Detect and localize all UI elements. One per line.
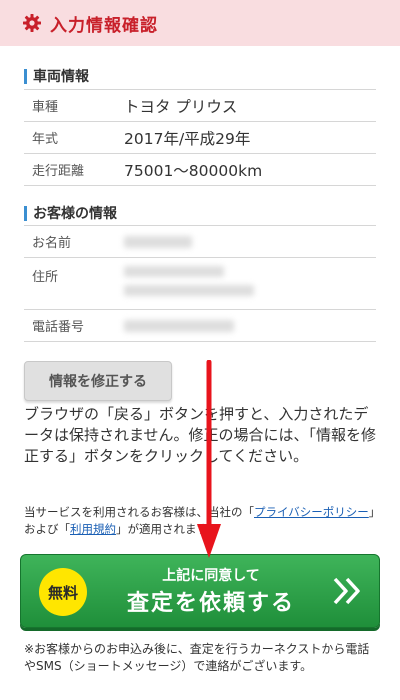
customer-section-title: お客様の情報 [24, 203, 117, 223]
address-value-redacted [124, 266, 376, 296]
request-appraisal-button[interactable]: 無料 上記に同意して 査定を依頼する [20, 554, 380, 628]
vehicle-info-table: 車種 トヨタ プリウス 年式 2017年/平成29年 走行距離 75001〜80… [24, 89, 376, 186]
phone-value-redacted [124, 319, 376, 332]
page-title: 入力情報確認 [50, 15, 158, 36]
cta-main-label: 査定を依頼する [126, 591, 295, 616]
table-row: 住所 [24, 258, 376, 310]
page-header: 入力情報確認 [0, 0, 400, 46]
car-model-value: トヨタ プリウス [124, 97, 238, 116]
table-row: 走行距離 75001〜80000km [24, 154, 376, 186]
section-marker [24, 68, 27, 84]
back-button-notice: ブラウザの「戻る」ボタンを押すと、入力されたデータは保持されません。修正の場合に… [24, 405, 377, 465]
row-label: 電話番号 [32, 320, 85, 335]
vehicle-section-title: 車両情報 [24, 66, 89, 86]
row-label: 年式 [32, 132, 59, 147]
edit-info-button[interactable]: 情報を修正する [24, 361, 172, 401]
privacy-policy-link[interactable]: プライバシーポリシー [254, 505, 369, 519]
table-row: 車種 トヨタ プリウス [24, 90, 376, 122]
row-label: 走行距離 [32, 164, 85, 179]
row-label: 車種 [32, 100, 59, 115]
row-label: お名前 [32, 236, 72, 251]
agreement-text: 当サービスを利用されるお客様は、当社の「プライバシーポリシー」および「利用規約」… [24, 504, 380, 538]
vehicle-section-label: 車両情報 [33, 69, 89, 85]
table-row: 年式 2017年/平成29年 [24, 122, 376, 154]
double-chevron-right-icon [333, 577, 360, 605]
agreement-prefix: 当サービスを利用されるお客様は、当社の「 [24, 505, 254, 519]
cta-sub-label: 上記に同意して [162, 568, 260, 584]
name-value-redacted [124, 235, 376, 248]
free-badge: 無料 [39, 568, 87, 616]
row-label: 住所 [32, 270, 59, 285]
customer-section-label: お客様の情報 [33, 206, 117, 222]
table-row: お名前 [24, 226, 376, 258]
mileage-value: 75001〜80000km [124, 161, 263, 180]
agreement-suffix: 」が適用されます。 [116, 522, 219, 536]
model-year-value: 2017年/平成29年 [124, 129, 251, 148]
terms-link[interactable]: 利用規約 [70, 522, 116, 536]
customer-info-table: お名前 住所 電話番号 [24, 225, 376, 342]
gear-icon [22, 13, 42, 33]
section-marker [24, 205, 27, 221]
table-row: 電話番号 [24, 310, 376, 342]
contact-footnote: ※お客様からのお申込み後に、査定を行うカーネクストから電話やSMS（ショートメッ… [24, 642, 370, 673]
